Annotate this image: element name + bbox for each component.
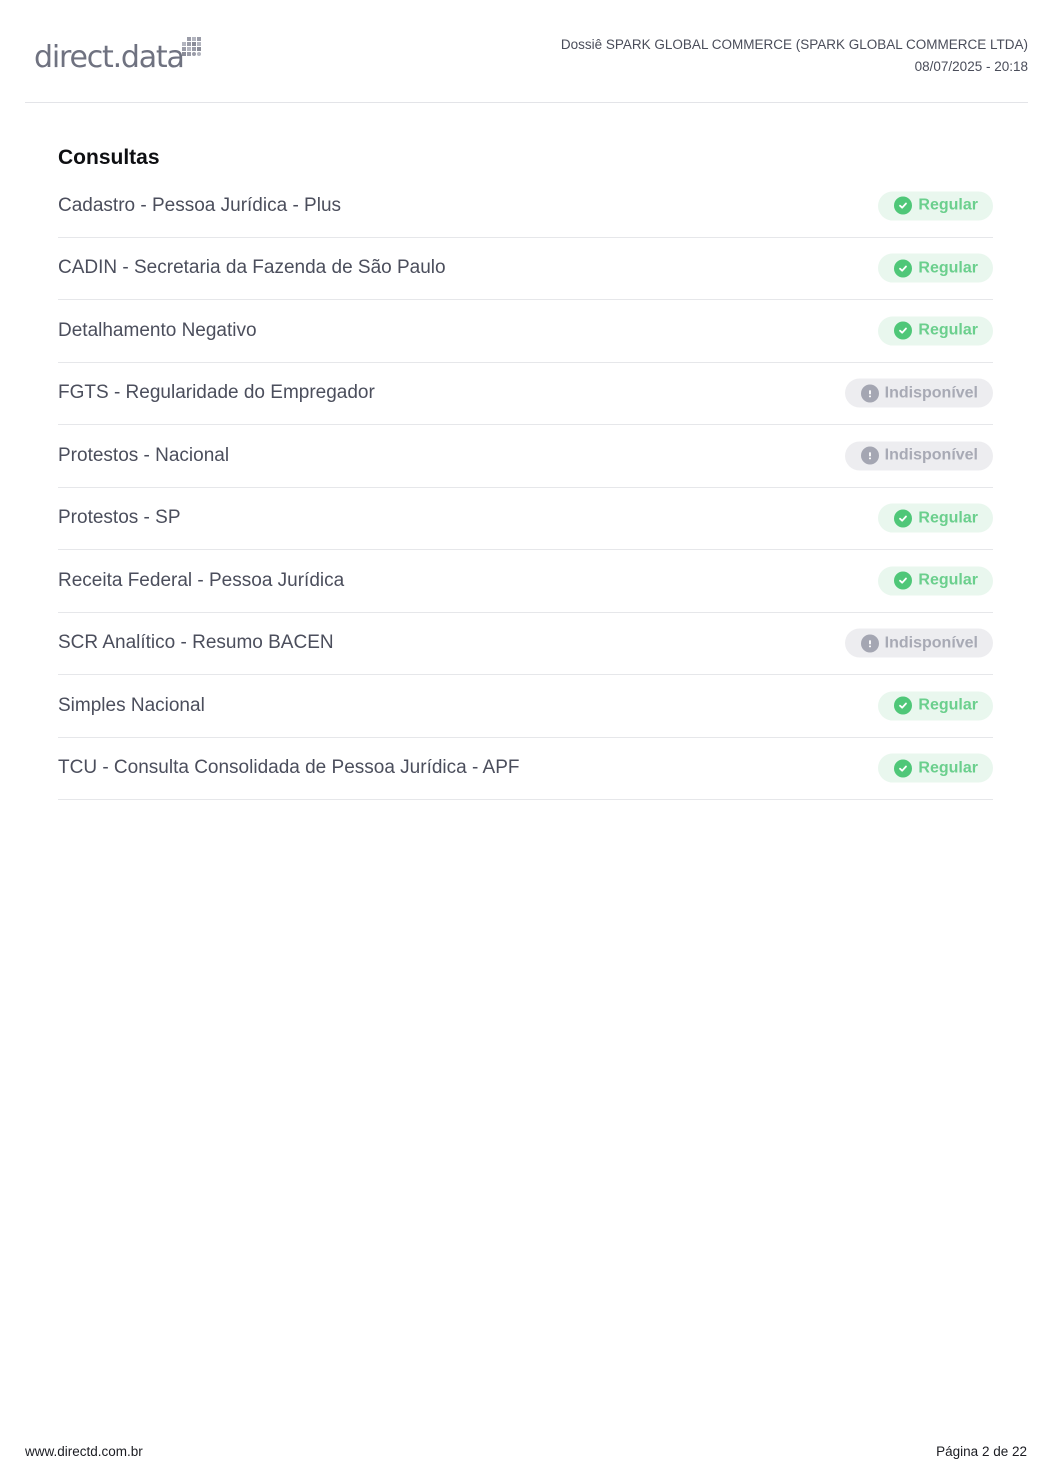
directdata-logo: direct.data [34,36,204,80]
footer-website: www.directd.com.br [25,1444,143,1459]
consultas-list: Cadastro - Pessoa Jurídica - Plus Regular… [58,175,993,800]
status-text: Regular [918,321,978,339]
status-text: Indisponível [884,446,978,464]
list-item: Simples Nacional Regular [58,675,993,738]
list-item: Detalhamento Negativo Regular [58,300,993,363]
logo-grid-icon [182,37,201,56]
status-badge: Indisponível [844,378,993,408]
status-badge: Regular [878,566,993,596]
list-item: TCU - Consulta Consolidada de Pessoa Jur… [58,738,993,800]
status-badge: Regular [878,253,993,283]
status-text: Regular [918,571,978,589]
status-text: Regular [918,259,978,277]
section-title: Consultas [58,146,160,169]
status-badge: Regular [878,753,993,783]
check-circle-icon [894,571,913,590]
consulta-label: Receita Federal - Pessoa Jurídica [58,569,345,591]
consulta-label: TCU - Consulta Consolidada de Pessoa Jur… [58,757,520,779]
status-badge: Regular [878,316,993,346]
consulta-label: CADIN - Secretaria da Fazenda de São Pau… [58,257,446,279]
list-item: FGTS - Regularidade do Empregador Indispo… [58,363,993,425]
status-badge: Regular [878,503,993,533]
logo-text: direct.data [34,40,185,75]
consulta-label: Detalhamento Negativo [58,319,257,341]
list-item: Protestos - Nacional Indisponível [58,425,993,488]
status-text: Regular [918,509,978,527]
check-circle-icon [894,759,913,778]
check-circle-icon [894,259,913,278]
status-text: Indisponível [884,384,978,402]
exclamation-circle-icon [860,446,879,465]
document-title: Dossiê SPARK GLOBAL COMMERCE (SPARK GLOB… [560,37,1028,52]
consulta-label: Simples Nacional [58,694,205,716]
check-circle-icon [894,696,913,715]
document-datetime: 08/07/2025 - 20:18 [914,59,1028,74]
status-text: Indisponível [884,634,978,652]
check-circle-icon [894,196,913,215]
status-text: Regular [918,196,978,214]
consulta-label: SCR Analítico - Resumo BACEN [58,632,334,654]
list-item: Receita Federal - Pessoa Jurídica Regular [58,550,993,613]
check-circle-icon [894,509,913,528]
status-badge: Regular [878,191,993,221]
consulta-label: Cadastro - Pessoa Jurídica - Plus [58,194,342,216]
exclamation-circle-icon [860,634,879,653]
consulta-label: Protestos - SP [58,507,181,529]
status-text: Regular [918,759,978,777]
list-item: CADIN - Secretaria da Fazenda de São Pau… [58,238,993,300]
footer-page-number: Página 2 de 22 [936,1444,1027,1459]
consulta-label: FGTS - Regularidade do Empregador [58,382,375,404]
exclamation-circle-icon [860,384,879,403]
status-badge: Indisponível [844,441,993,471]
list-item: Protestos - SP Regular [58,488,993,550]
consultas-section: Consultas Cadastro - Pessoa Jurídica - P… [58,145,993,800]
list-item: SCR Analítico - Resumo BACEN Indisponível [58,613,993,675]
check-circle-icon [894,321,913,340]
consulta-label: Protestos - Nacional [58,444,230,466]
status-badge: Regular [878,691,993,721]
page-header: direct.data Dossiê SPARK GLOBAL COMMERCE… [25,0,1028,103]
status-text: Regular [918,696,978,714]
list-item: Cadastro - Pessoa Jurídica - Plus Regular [58,175,993,238]
status-badge: Indisponível [844,628,993,658]
